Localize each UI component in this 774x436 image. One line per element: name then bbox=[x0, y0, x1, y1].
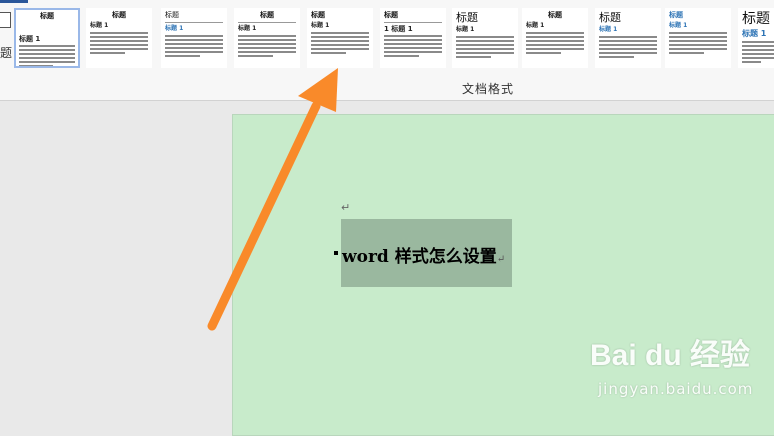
style-thumbnail[interactable]: 标题 标题 1 bbox=[86, 8, 152, 68]
ribbon-group-label: 文档格式 bbox=[462, 82, 515, 96]
style-thumbnail-body-text bbox=[19, 45, 75, 66]
style-thumbnail-heading: 标题 1 bbox=[238, 25, 257, 32]
ribbon-tab-accent bbox=[0, 0, 28, 3]
style-thumbnail-body-text bbox=[669, 32, 727, 54]
style-thumbnail-heading: 标题 1 bbox=[311, 22, 330, 29]
style-thumbnail-rule bbox=[384, 22, 442, 23]
style-thumbnail-heading: 标题 1 bbox=[165, 25, 184, 32]
style-thumbnail-body-text bbox=[384, 35, 442, 57]
heading-text: word 样式怎么设置 bbox=[342, 247, 497, 267]
style-thumbnail-body-text bbox=[165, 35, 223, 57]
style-set-gallery: 标题 标题 1 标题 标题 1 标题 标题 1 标题 标题 1 标题 标题 1 标题 1 标题 1 标题… bbox=[14, 8, 774, 70]
style-thumbnail-body-text bbox=[456, 36, 514, 58]
style-thumbnail-body-text bbox=[742, 41, 774, 63]
style-thumbnail[interactable]: 标题 1 标题 1 bbox=[380, 8, 446, 68]
style-thumbnail[interactable]: 标题标题 1 bbox=[595, 8, 661, 68]
baidu-logo: Bai du 经验 bbox=[590, 339, 751, 372]
style-thumbnail-title: 标题 bbox=[165, 11, 179, 19]
style-thumbnail-title: 标题 bbox=[669, 11, 683, 19]
style-thumbnail-heading: 标题 1 bbox=[90, 22, 109, 29]
style-thumbnail[interactable]: 标题 标题 1 bbox=[234, 8, 300, 68]
style-thumbnail-title: 标题 bbox=[260, 11, 274, 19]
style-thumbnail-body-text bbox=[311, 32, 369, 54]
style-thumbnail-title: 标题 bbox=[599, 11, 621, 24]
style-thumbnail[interactable]: 标题标题 1 bbox=[738, 8, 774, 68]
style-thumbnail-heading: 标题 1 bbox=[669, 22, 688, 29]
heading-bullet bbox=[334, 251, 338, 255]
style-thumbnail-title: 标题 bbox=[742, 11, 770, 27]
themes-button[interactable]: 题 bbox=[0, 8, 12, 68]
document-heading[interactable]: word 样式怎么设置↵ bbox=[342, 242, 505, 267]
style-thumbnail-title: 标题 bbox=[311, 11, 325, 19]
style-thumbnail-body-text bbox=[90, 32, 148, 54]
style-thumbnail-title: 标题 bbox=[112, 11, 126, 19]
style-thumbnail-heading: 标题 1 bbox=[456, 26, 475, 33]
style-thumbnail-title: 标题 bbox=[384, 11, 398, 19]
style-thumbnail-body-text bbox=[238, 35, 296, 57]
baidu-jingyan-watermark: Bai du 经验 jingyan.baidu.com bbox=[560, 324, 770, 414]
watermark-url: jingyan.baidu.com bbox=[598, 380, 754, 398]
style-thumbnail-rule bbox=[165, 22, 223, 23]
style-thumbnail-title: 标题 bbox=[548, 11, 562, 19]
style-thumbnail-heading: 标题 1 bbox=[526, 22, 545, 29]
style-thumbnail[interactable]: 标题标题 1 bbox=[161, 8, 227, 68]
style-thumbnail[interactable]: 标题标题 1 bbox=[307, 8, 373, 68]
paragraph-mark: ↵ bbox=[341, 201, 351, 214]
style-thumbnail[interactable]: 标题标题 1 bbox=[14, 8, 80, 68]
style-thumbnail-rule bbox=[238, 22, 296, 23]
style-thumbnail-body-text bbox=[526, 32, 584, 54]
style-thumbnail-body-text bbox=[599, 36, 657, 58]
style-thumbnail-title: 标题 bbox=[40, 12, 54, 20]
themes-button-label: 题 bbox=[0, 46, 12, 60]
style-thumbnail[interactable]: 标题标题 1 bbox=[452, 8, 518, 68]
style-thumbnail[interactable]: 标题标题 1 bbox=[665, 8, 731, 68]
style-thumbnail[interactable]: 标题 标题 1 bbox=[522, 8, 588, 68]
style-thumbnail-heading: 1 标题 1 bbox=[384, 25, 413, 33]
themes-icon bbox=[0, 12, 11, 28]
style-thumbnail-heading: 标题 1 bbox=[599, 26, 618, 33]
ribbon: 题 标题 标题 1 标题 标题 1 标题 标题 1 标题 标题 1 标题 标题 1 标题 1 标题 1… bbox=[0, 0, 774, 101]
style-thumbnail-heading: 标题 1 bbox=[742, 29, 767, 38]
style-thumbnail-heading: 标题 1 bbox=[19, 35, 41, 43]
heading-paragraph-mark: ↵ bbox=[496, 254, 506, 265]
style-thumbnail-title: 标题 bbox=[456, 11, 478, 24]
